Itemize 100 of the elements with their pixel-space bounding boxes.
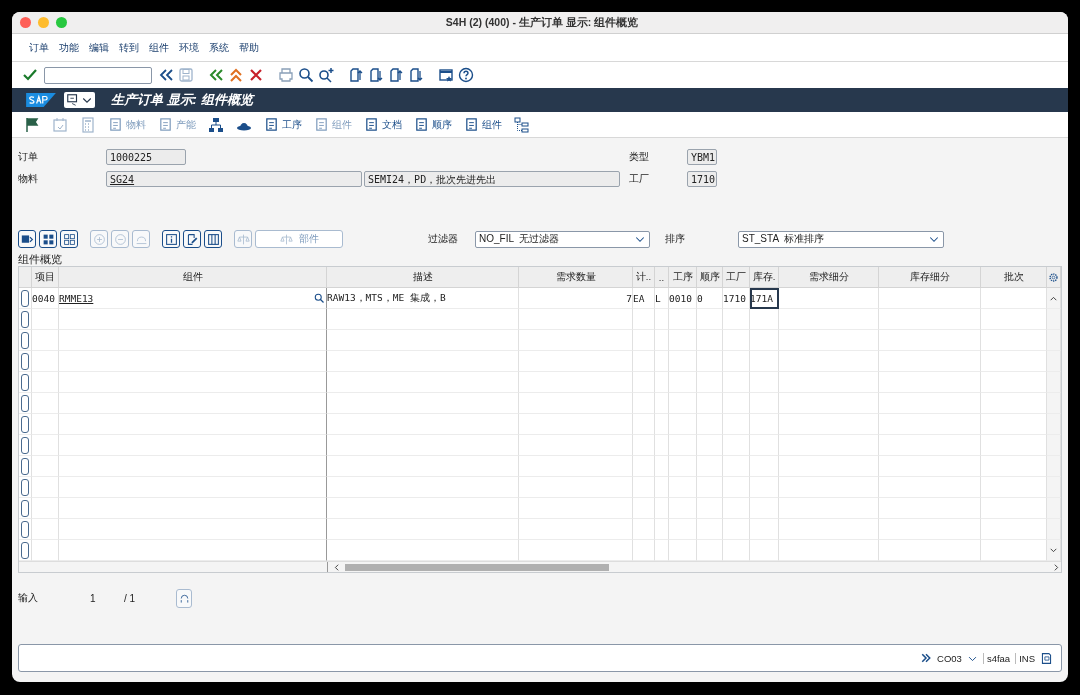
table-cell: [697, 435, 723, 456]
column-header[interactable]: 计..: [633, 267, 655, 288]
menu-item[interactable]: 订单: [24, 40, 54, 55]
document-icon: [414, 117, 429, 132]
table-cell: 0040: [32, 288, 59, 309]
column-header[interactable]: ..: [655, 267, 669, 288]
field-label: 过滤器: [428, 232, 459, 246]
column-header[interactable]: 工厂: [723, 267, 750, 288]
toolbar-button[interactable]: [204, 230, 222, 248]
logo-icon: [26, 93, 56, 107]
toolbar-button[interactable]: 文档: [364, 117, 402, 132]
position-button[interactable]: [176, 588, 192, 608]
page-icon[interactable]: [388, 67, 404, 83]
new-window-icon[interactable]: [438, 67, 454, 83]
column-header[interactable]: 需求数量: [519, 267, 633, 288]
close-icon[interactable]: [20, 17, 31, 28]
scroll-right-icon[interactable]: [1052, 562, 1061, 572]
table-cell: [633, 456, 655, 477]
page-icon[interactable]: [368, 67, 384, 83]
table-cell: [723, 309, 750, 330]
table-title: 组件概览: [18, 252, 63, 266]
table-cell: [750, 351, 779, 372]
table-cell: [655, 372, 669, 393]
double-chevron-icon[interactable]: [158, 67, 174, 83]
table-cell: [723, 456, 750, 477]
table-cell: [723, 351, 750, 372]
menu-item[interactable]: 帮助: [234, 40, 264, 55]
table-cell: [655, 330, 669, 351]
scale-icon: [279, 232, 293, 246]
double-chevron-icon[interactable]: [920, 652, 933, 664]
search-icon[interactable]: [298, 67, 314, 83]
entry-label: 输入: [18, 591, 39, 605]
document-icon: [158, 117, 173, 132]
table-cell: [750, 435, 779, 456]
cancel-icon[interactable]: [248, 67, 264, 83]
toolbar-button[interactable]: [39, 230, 57, 248]
column-header[interactable]: 组件: [59, 267, 327, 288]
table-cell: [669, 351, 697, 372]
toolbar-button[interactable]: 顺序: [414, 117, 452, 132]
hierarchy-icon[interactable]: [208, 116, 224, 133]
menu-item[interactable]: 环境: [174, 40, 204, 55]
column-header[interactable]: 顺序: [697, 267, 723, 288]
table-cell: [697, 351, 723, 372]
menu-item[interactable]: 组件: [144, 40, 174, 55]
menu-item[interactable]: 功能: [54, 40, 84, 55]
table-cell: 0010: [669, 288, 697, 309]
menu-item[interactable]: 系统: [204, 40, 234, 55]
field-label: 工厂: [629, 172, 650, 186]
menu-item[interactable]: 编辑: [84, 40, 114, 55]
help-icon[interactable]: [458, 67, 474, 83]
scroll-left-icon[interactable]: [332, 562, 341, 572]
table-cell: [669, 372, 697, 393]
toolbar-button[interactable]: [18, 230, 36, 248]
table-cell: [655, 414, 669, 435]
column-header[interactable]: 批次: [981, 267, 1047, 288]
toolbar-button[interactable]: [60, 230, 78, 248]
table-cell: [669, 456, 697, 477]
table-cell: [655, 393, 669, 414]
scrollbar-thumb[interactable]: [345, 563, 609, 571]
table-cell: [655, 309, 669, 330]
table-cell: [633, 372, 655, 393]
entry-total: / 1: [124, 592, 137, 604]
table-cell: [697, 372, 723, 393]
table-cell: [697, 477, 723, 498]
toolbar-button[interactable]: [162, 230, 180, 248]
transaction-code: CO03: [937, 652, 962, 664]
tree-icon[interactable]: [514, 116, 530, 133]
page-icon[interactable]: [348, 67, 364, 83]
column-header[interactable]: 项目: [32, 267, 59, 288]
command-field[interactable]: [44, 66, 152, 84]
filter-dropdown[interactable]: NO_FIL 无过滤器: [475, 230, 650, 248]
toolbar-button[interactable]: [183, 230, 201, 248]
column-header[interactable]: 库存细分: [879, 267, 981, 288]
settings-icon[interactable]: [1048, 271, 1059, 283]
column-header[interactable]: 工序: [669, 267, 697, 288]
search-help-icon[interactable]: [313, 292, 325, 304]
table-cell: [723, 372, 750, 393]
up-icon[interactable]: [228, 67, 244, 83]
check-icon[interactable]: [22, 67, 38, 83]
toolbar-button[interactable]: 工序: [264, 117, 302, 132]
column-header[interactable]: 库存.: [750, 267, 779, 288]
table-cell: [633, 309, 655, 330]
back-icon[interactable]: [208, 67, 224, 83]
info-icon: [164, 232, 178, 246]
search-next-icon[interactable]: [318, 67, 334, 83]
toolbar-button[interactable]: 组件: [464, 117, 502, 132]
menu-button[interactable]: [64, 92, 95, 108]
page-icon[interactable]: [408, 67, 424, 83]
column-header[interactable]: 描述: [327, 267, 519, 288]
table-cell: [633, 498, 655, 519]
flag-icon[interactable]: [24, 116, 40, 133]
column-header[interactable]: 需求细分: [779, 267, 879, 288]
sort-dropdown[interactable]: ST_STA 标准排序: [738, 230, 944, 248]
table-cell: [633, 519, 655, 540]
minus-icon: [113, 232, 127, 246]
menu-item[interactable]: 转到: [114, 40, 144, 55]
table-cell: [655, 498, 669, 519]
plant-field: 1710: [687, 171, 717, 187]
document-icon[interactable]: [1040, 651, 1053, 665]
table-cell: RMME13: [59, 288, 327, 309]
